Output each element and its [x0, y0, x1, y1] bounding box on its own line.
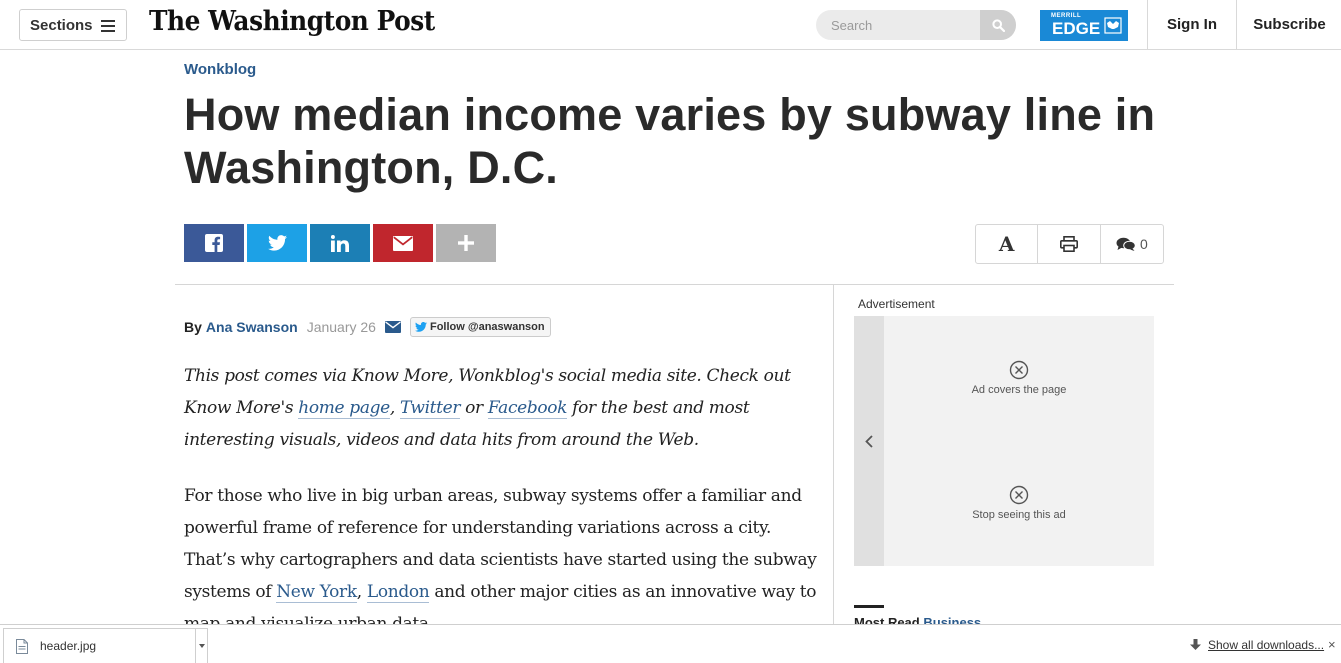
intro-paragraph: This post comes via Know More, Wonkblog'… — [184, 360, 804, 456]
share-more-button[interactable] — [436, 224, 496, 262]
author-link[interactable]: Ana Swanson — [206, 319, 298, 335]
print-button[interactable] — [1038, 225, 1101, 263]
twitter-icon — [267, 235, 287, 251]
horizontal-divider — [175, 284, 1174, 285]
ad-covers-page-option[interactable]: Ad covers the page — [884, 360, 1154, 396]
article-headline: How median income varies by subway line … — [184, 89, 1156, 193]
email-icon — [393, 235, 413, 251]
subscribe-link[interactable]: Subscribe — [1238, 0, 1341, 49]
chevron-down-icon — [198, 644, 205, 648]
close-circle-icon — [1009, 485, 1029, 505]
share-email-button[interactable] — [373, 224, 433, 262]
search-button[interactable] — [980, 10, 1016, 40]
ad-feedback-panel: Ad covers the page Stop seeing this ad — [854, 316, 1154, 566]
sections-label: Sections — [30, 16, 93, 34]
comments-icon — [1116, 237, 1136, 251]
ad-back-button[interactable] — [854, 316, 884, 566]
comments-button[interactable]: 0 — [1101, 225, 1163, 263]
bull-icon — [1104, 17, 1122, 34]
section-kicker-link[interactable]: Wonkblog — [184, 61, 256, 78]
stop-seeing-ad-option[interactable]: Stop seeing this ad — [884, 485, 1154, 521]
share-twitter-button[interactable] — [247, 224, 307, 262]
advertisement-label: Advertisement — [858, 297, 935, 311]
ad-option-2-label: Stop seeing this ad — [972, 509, 1066, 521]
sections-menu-button[interactable]: Sections — [19, 9, 127, 41]
search-input[interactable] — [816, 10, 981, 40]
article-tools: A 0 — [975, 224, 1164, 264]
file-icon — [16, 638, 28, 654]
column-divider — [833, 285, 834, 625]
share-linkedin-button[interactable] — [310, 224, 370, 262]
ad-option-1-label: Ad covers the page — [971, 384, 1067, 396]
show-all-downloads-link[interactable]: Show all downloads... — [1190, 638, 1324, 652]
search-icon — [991, 18, 1005, 32]
byline: By Ana Swanson January 26 Follow @anaswa… — [184, 317, 551, 337]
body-sep-1: , — [356, 582, 367, 602]
washington-post-logo[interactable]: The Washington Post — [149, 6, 435, 37]
plus-icon — [458, 235, 474, 251]
share-facebook-button[interactable] — [184, 224, 244, 262]
london-link[interactable]: London — [366, 582, 430, 603]
intro-sep-2: or — [460, 398, 488, 418]
download-filename: header.jpg — [40, 639, 97, 653]
download-item[interactable]: header.jpg — [3, 628, 208, 663]
byline-prefix: By — [184, 319, 202, 335]
top-nav-bar: Sections The Washington Post MERRILL EDG… — [0, 0, 1341, 50]
email-author-icon[interactable] — [384, 321, 401, 333]
search-box — [816, 10, 1016, 40]
twitter-follow-button[interactable]: Follow @anaswanson — [409, 317, 551, 337]
download-options-button[interactable] — [195, 629, 207, 663]
merrill-edge-ad[interactable]: MERRILL EDGE — [1040, 10, 1128, 41]
body-paragraph: For those who live in big urban areas, s… — [184, 480, 824, 640]
twitter-bird-icon — [414, 322, 427, 332]
new-york-link[interactable]: New York — [276, 582, 357, 603]
hamburger-icon — [100, 19, 115, 32]
print-icon — [1060, 236, 1079, 252]
home-page-link[interactable]: home page — [298, 398, 390, 419]
twitter-link[interactable]: Twitter — [399, 398, 460, 419]
facebook-icon — [205, 234, 223, 252]
chevron-left-icon — [865, 434, 873, 448]
downloads-bar: header.jpg — [0, 624, 1341, 663]
most-read-accent — [854, 605, 884, 608]
close-downloads-button[interactable]: × — [1328, 637, 1336, 652]
publish-date: January 26 — [306, 319, 376, 335]
merrill-ad-large-text: EDGE — [1052, 19, 1101, 38]
font-size-button[interactable]: A — [976, 225, 1039, 263]
comment-count: 0 — [1139, 236, 1148, 252]
sign-in-link[interactable]: Sign In — [1147, 0, 1237, 49]
facebook-link[interactable]: Facebook — [487, 398, 567, 419]
intro-sep-1: , — [389, 398, 400, 418]
download-arrow-icon — [1190, 639, 1201, 650]
close-circle-icon — [1009, 360, 1029, 380]
linkedin-icon — [331, 234, 349, 252]
follow-label: Follow @anaswanson — [429, 321, 545, 333]
show-all-label: Show all downloads... — [1208, 638, 1325, 652]
